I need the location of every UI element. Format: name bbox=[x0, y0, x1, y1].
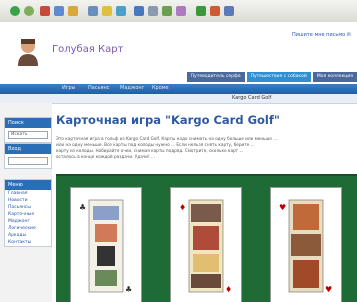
favorites-icon[interactable] bbox=[102, 6, 112, 16]
user-avatar-icon bbox=[18, 39, 38, 66]
intro-paragraph: Это карточная игра в гольф из Kargo Card… bbox=[56, 136, 354, 160]
edit-icon[interactable] bbox=[162, 6, 172, 16]
mail-icon[interactable] bbox=[134, 6, 144, 16]
site-title[interactable]: Голубая Карт bbox=[52, 44, 123, 55]
nav-item-mahjong[interactable]: Маджонг bbox=[120, 85, 144, 91]
sidebar-link[interactable]: Главная bbox=[5, 190, 51, 197]
login-box-heading: Вход bbox=[5, 144, 51, 154]
print-icon[interactable] bbox=[148, 6, 158, 16]
refresh-icon[interactable] bbox=[54, 6, 64, 16]
tools-icon[interactable] bbox=[224, 6, 234, 16]
sidebar-link[interactable]: Маджонг bbox=[5, 218, 51, 225]
paragraph-line: осталось в конце каждой раздачи. Удачи! … bbox=[56, 154, 155, 159]
back-icon[interactable] bbox=[10, 6, 20, 16]
contact-link[interactable]: Пишите мне письмо ✉ bbox=[292, 32, 351, 38]
page-title: Карточная игра "Kargo Card Golf" bbox=[56, 113, 280, 127]
game-board: ♣ ♣ ♦ ♦ ♥ ♥ bbox=[56, 174, 357, 302]
nav-item-other[interactable]: Кроме bbox=[152, 85, 169, 91]
menu-box-heading: Меню bbox=[5, 180, 51, 190]
breadcrumb[interactable]: Kargo Card Golf bbox=[232, 95, 271, 101]
svg-text:♦: ♦ bbox=[179, 203, 186, 212]
card-face-icon: ♥ ♥ bbox=[279, 199, 332, 294]
main-content: Карточная игра "Kargo Card Golf" Это кар… bbox=[56, 103, 357, 302]
sidebar-link[interactable]: Аркады bbox=[5, 232, 51, 239]
main-nav: Игры Пасьянс Маджонг Кроме bbox=[0, 84, 357, 94]
sidebar-link[interactable]: Карточные bbox=[5, 211, 51, 218]
messenger-icon[interactable] bbox=[196, 6, 206, 16]
discuss-icon[interactable] bbox=[176, 6, 186, 16]
sidebar: Поиск Искать Вход Меню Главная Новости П… bbox=[0, 103, 52, 302]
svg-text:♣: ♣ bbox=[79, 203, 86, 212]
svg-text:♥: ♥ bbox=[325, 285, 332, 294]
browser-toolbar bbox=[0, 0, 357, 23]
search-input[interactable]: Искать bbox=[8, 131, 48, 139]
home-icon[interactable] bbox=[68, 6, 78, 16]
tab-surf-guide[interactable]: Путеводитель серфа bbox=[186, 72, 245, 82]
menu-box: Меню Главная Новости Пасьянсы Карточные … bbox=[4, 179, 52, 247]
browser-window: Голубая Карт Пишите мне письмо ✉ Путевод… bbox=[0, 0, 357, 302]
login-box: Вход bbox=[4, 143, 52, 169]
sidebar-link[interactable]: Контакты bbox=[5, 239, 51, 246]
card-face-icon: ♣ ♣ bbox=[79, 199, 132, 294]
forward-icon[interactable] bbox=[24, 6, 34, 16]
playing-card[interactable]: ♣ ♣ bbox=[70, 187, 142, 302]
nav-item-solitaire[interactable]: Пасьянс bbox=[88, 85, 110, 91]
media-icon[interactable] bbox=[210, 6, 220, 16]
svg-text:♦: ♦ bbox=[225, 285, 232, 294]
nav-item-games[interactable]: Игры bbox=[62, 85, 76, 91]
tab-my-collection[interactable]: Моя коллекция bbox=[312, 72, 357, 82]
search-box-heading: Поиск bbox=[5, 118, 51, 128]
login-input[interactable] bbox=[8, 157, 48, 165]
tab-travel-dog[interactable]: Путешествия с собакой bbox=[246, 72, 311, 82]
sidebar-link[interactable]: Пасьянсы bbox=[5, 204, 51, 211]
sidebar-link[interactable]: Новости bbox=[5, 197, 51, 204]
top-tabs: Путеводитель серфа Путешествия с собакой… bbox=[186, 72, 357, 82]
site-header: Голубая Карт Пишите мне письмо ✉ bbox=[0, 22, 357, 76]
svg-text:♥: ♥ bbox=[279, 203, 286, 212]
playing-card[interactable]: ♥ ♥ bbox=[270, 187, 342, 302]
playing-card[interactable]: ♦ ♦ bbox=[170, 187, 242, 302]
search-icon[interactable] bbox=[88, 6, 98, 16]
search-box: Поиск Искать bbox=[4, 117, 52, 143]
sidebar-link[interactable]: Логические bbox=[5, 225, 51, 232]
svg-text:♣: ♣ bbox=[125, 285, 132, 294]
stop-icon[interactable] bbox=[40, 6, 50, 16]
card-face-icon: ♦ ♦ bbox=[179, 199, 232, 294]
history-icon[interactable] bbox=[116, 6, 126, 16]
